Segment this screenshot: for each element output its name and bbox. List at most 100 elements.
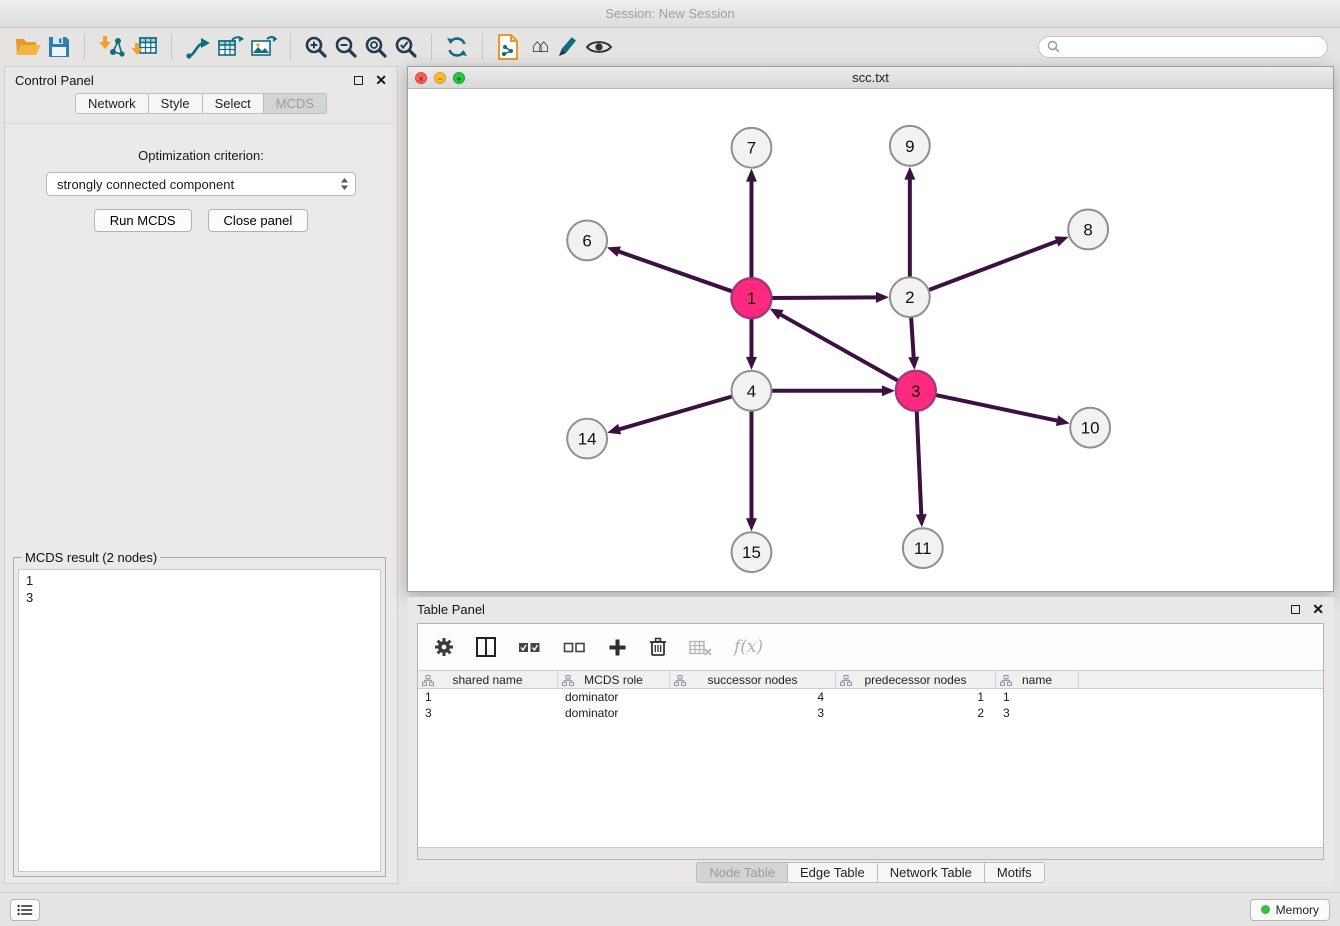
- tab-node-table[interactable]: Node Table: [696, 862, 788, 883]
- zoom-in-button[interactable]: [301, 32, 331, 62]
- control-panel-header: Control Panel ✕: [5, 67, 397, 93]
- tab-select[interactable]: Select: [203, 93, 264, 114]
- minimize-window-icon[interactable]: −: [434, 72, 446, 84]
- trash-icon: [649, 637, 667, 657]
- new-network-from-selection-button[interactable]: [493, 32, 523, 62]
- svg-text:6: 6: [582, 231, 591, 250]
- graph-edge-4-14[interactable]: [607, 396, 732, 434]
- window-titlebar[interactable]: Session: New Session: [0, 0, 1340, 28]
- first-neighbors-button[interactable]: ⌂⌂: [523, 32, 553, 62]
- tab-network[interactable]: Network: [75, 93, 149, 114]
- graph-edge-1-2[interactable]: [771, 292, 889, 303]
- graph-node-11[interactable]: 11: [903, 528, 943, 568]
- graph-node-8[interactable]: 8: [1068, 210, 1108, 250]
- column-header-successor-nodes[interactable]: successor nodes: [670, 671, 836, 688]
- graph-edge-1-7[interactable]: [746, 169, 757, 279]
- network-canvas[interactable]: 7 9 6 8 1 2 4 3 14 10 15 11: [408, 90, 1333, 591]
- graph-node-2[interactable]: 2: [890, 277, 930, 317]
- zoom-fit-button[interactable]: [361, 32, 391, 62]
- export-image-button[interactable]: [247, 32, 280, 62]
- select-all-button[interactable]: [518, 640, 541, 655]
- graph-node-14[interactable]: 14: [567, 419, 607, 459]
- close-panel-button[interactable]: Close panel: [208, 209, 309, 232]
- tab-network-table[interactable]: Network Table: [878, 862, 985, 883]
- network-canvas-svg: 7 9 6 8 1 2 4 3 14 10 15 11: [408, 90, 1333, 591]
- zoom-out-button[interactable]: [331, 32, 361, 62]
- network-window-titlebar[interactable]: scc.txt × − +: [408, 67, 1333, 89]
- graph-edge-3-1[interactable]: [770, 308, 899, 381]
- tab-motifs[interactable]: Motifs: [985, 862, 1045, 883]
- save-session-button[interactable]: [44, 32, 74, 62]
- import-table-button[interactable]: [128, 32, 161, 62]
- graph-node-3[interactable]: 3: [896, 371, 936, 411]
- graph-edge-3-10[interactable]: [935, 395, 1069, 426]
- graph-node-6[interactable]: 6: [567, 220, 607, 260]
- graph-edge-2-8[interactable]: [928, 236, 1068, 290]
- run-mcds-button[interactable]: Run MCDS: [94, 209, 192, 232]
- graph-node-15[interactable]: 15: [732, 532, 772, 572]
- show-hide-button[interactable]: [583, 32, 615, 62]
- tab-edge-table[interactable]: Edge Table: [788, 862, 878, 883]
- graph-edge-4-15[interactable]: [746, 411, 757, 532]
- document-network-icon: [496, 34, 520, 60]
- graph-node-1[interactable]: 1: [732, 278, 772, 318]
- float-panel-icon[interactable]: [354, 76, 363, 85]
- graph-edge-2-3[interactable]: [908, 317, 919, 370]
- paint-style-button[interactable]: [553, 32, 583, 62]
- cell-mcds-role: dominator: [558, 690, 670, 704]
- delete-table-button[interactable]: [689, 639, 712, 656]
- checked-boxes-icon: [518, 640, 541, 655]
- float-table-panel-icon[interactable]: [1291, 605, 1300, 614]
- status-menu-button[interactable]: [10, 899, 40, 921]
- delete-column-button[interactable]: [649, 637, 667, 657]
- graph-edge-1-4[interactable]: [746, 318, 757, 370]
- maximize-window-icon[interactable]: +: [453, 72, 465, 84]
- table-horizontal-scrollbar[interactable]: [418, 847, 1323, 859]
- export-table-button[interactable]: [214, 32, 247, 62]
- column-header-mcds-role[interactable]: MCDS role: [558, 671, 670, 688]
- mcds-result-list[interactable]: 1 3: [18, 569, 381, 872]
- optimization-criterion-select[interactable]: strongly connected component: [46, 172, 356, 196]
- columns-icon: [476, 637, 496, 657]
- graph-edge-1-6[interactable]: [607, 246, 733, 291]
- table-tabs: Node TableEdge TableNetwork TableMotifs: [407, 862, 1334, 883]
- graph-node-9[interactable]: 9: [890, 126, 930, 166]
- graph-node-4[interactable]: 4: [732, 371, 772, 411]
- column-header-label: name: [1022, 673, 1052, 687]
- tab-style[interactable]: Style: [149, 93, 203, 114]
- save-icon: [48, 36, 70, 58]
- graph-node-7[interactable]: 7: [732, 128, 772, 168]
- zoom-out-icon: [334, 35, 358, 59]
- tab-mcds[interactable]: MCDS: [264, 93, 327, 114]
- graph-edge-4-3[interactable]: [771, 385, 895, 396]
- table-body: 1dominator4113dominator323: [418, 689, 1323, 721]
- import-network-button[interactable]: [95, 32, 128, 62]
- toolbar-search[interactable]: [1038, 36, 1328, 58]
- table-row[interactable]: 1dominator411: [418, 689, 1323, 705]
- create-column-button[interactable]: [608, 638, 627, 657]
- close-table-panel-icon[interactable]: ✕: [1312, 602, 1324, 616]
- table-row[interactable]: 3dominator323: [418, 705, 1323, 721]
- memory-button[interactable]: Memory: [1250, 899, 1330, 921]
- graph-edge-3-11[interactable]: [916, 411, 927, 528]
- table-settings-button[interactable]: [434, 637, 454, 657]
- refresh-layout-button[interactable]: [442, 32, 472, 62]
- column-header-name[interactable]: name: [996, 671, 1079, 688]
- export-network-button[interactable]: [182, 32, 214, 62]
- close-window-icon[interactable]: ×: [415, 72, 427, 84]
- column-header-predecessor-nodes[interactable]: predecessor nodes: [836, 671, 996, 688]
- graph-node-10[interactable]: 10: [1070, 408, 1110, 448]
- open-file-button[interactable]: [12, 32, 44, 62]
- show-columns-button[interactable]: [476, 637, 496, 657]
- column-header-shared-name[interactable]: shared name: [418, 671, 558, 688]
- function-builder-button[interactable]: f(x): [734, 637, 763, 657]
- graph-edge-2-9[interactable]: [904, 167, 915, 278]
- zoom-selected-button[interactable]: [391, 32, 421, 62]
- close-panel-icon[interactable]: ✕: [375, 73, 387, 87]
- toolbar-search-input[interactable]: [1065, 40, 1319, 54]
- svg-text:3: 3: [911, 382, 920, 401]
- deselect-all-button[interactable]: [563, 640, 586, 655]
- node-table-container: f(x) shared nameMCDS rolesuccessor nodes…: [417, 623, 1324, 860]
- control-panel: Control Panel ✕ NetworkStyleSelectMCDS O…: [4, 66, 398, 884]
- svg-text:4: 4: [747, 382, 756, 401]
